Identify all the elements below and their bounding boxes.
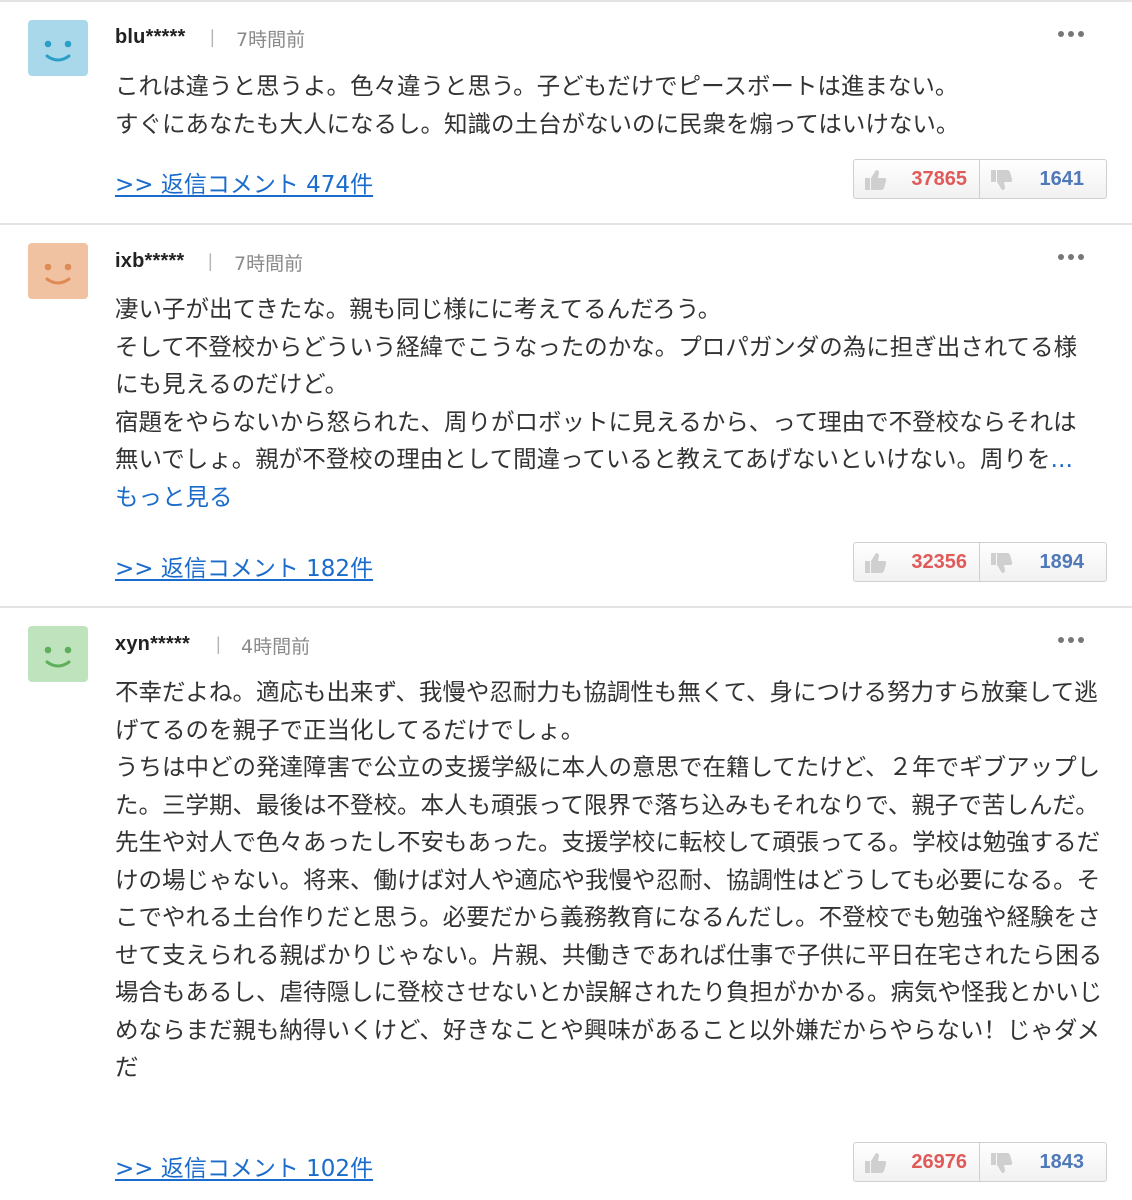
username[interactable]: blu***** [115, 26, 186, 49]
meta-separator: | [216, 634, 221, 654]
comment-body: 凄い子が出てきたな。親も同じ様にに考えてるんだろう。 そして不登校からどういう経… [115, 291, 1090, 516]
timestamp: 7時間前 [236, 29, 306, 51]
thumbs-up-icon [865, 553, 887, 573]
thumbs-down-icon [991, 553, 1013, 573]
dislike-button[interactable]: 1894 [980, 543, 1106, 581]
dislike-count: 1843 [1039, 1150, 1085, 1173]
reply-comments-link[interactable]: >> 返信コメント 182件 [115, 549, 373, 583]
dislike-button[interactable]: 1641 [980, 160, 1106, 198]
comment-text: 凄い子が出てきたな。親も同じ様にに考えてるんだろう。 そして不登校からどういう経… [115, 295, 1078, 473]
reply-comments-link[interactable]: >> 返信コメント 474件 [115, 165, 373, 199]
smiley-face-icon [44, 646, 72, 668]
dislike-count: 1894 [1039, 550, 1085, 573]
timestamp: 4時間前 [241, 636, 311, 658]
dislike-button[interactable]: 1843 [980, 1143, 1106, 1181]
thumbs-up-icon [865, 170, 887, 190]
like-count: 26976 [911, 1150, 967, 1173]
like-button[interactable]: 26976 [854, 1143, 980, 1181]
reply-comments-link[interactable]: >> 返信コメント 102件 [115, 1149, 373, 1183]
vote-box: 26976 1843 [853, 1142, 1107, 1182]
like-count: 37865 [911, 167, 967, 190]
more-dots-icon[interactable] [1056, 635, 1086, 645]
meta-separator: | [208, 251, 213, 271]
comment-item: xyn***** | 4時間前 不幸だよね。適応も出来ず、我慢や忍耐力も協調性も… [0, 608, 1132, 1200]
meta-separator: | [210, 27, 215, 47]
username[interactable]: ixb***** [115, 250, 184, 273]
vote-box: 37865 1641 [853, 159, 1107, 199]
thumbs-up-icon [865, 1153, 887, 1173]
more-dots-icon[interactable] [1056, 29, 1086, 39]
username[interactable]: xyn***** [115, 633, 190, 656]
smiley-face-icon [44, 40, 72, 62]
like-button[interactable]: 32356 [854, 543, 980, 581]
thumbs-down-icon [991, 170, 1013, 190]
comment-item: ixb***** | 7時間前 凄い子が出てきたな。親も同じ様にに考えてるんだろ… [0, 225, 1132, 606]
comment-body: 不幸だよね。適応も出来ず、我慢や忍耐力も協調性も無くて、身につける努力すら放棄し… [115, 674, 1115, 1087]
thumbs-down-icon [991, 1153, 1013, 1173]
avatar[interactable] [28, 20, 88, 76]
timestamp: 7時間前 [234, 253, 304, 275]
avatar[interactable] [28, 626, 88, 682]
like-count: 32356 [911, 550, 967, 573]
avatar[interactable] [28, 243, 88, 299]
smiley-face-icon [44, 263, 72, 285]
dislike-count: 1641 [1039, 167, 1085, 190]
vote-box: 32356 1894 [853, 542, 1107, 582]
comment-text: これは違うと思うよ。色々違うと思う。子どもだけでピースボートは進まない。 すぐに… [115, 72, 960, 138]
like-button[interactable]: 37865 [854, 160, 980, 198]
more-dots-icon[interactable] [1056, 252, 1086, 262]
comment-item: blu***** | 7時間前 これは違うと思うよ。色々違うと思う。子どもだけで… [0, 0, 1132, 224]
comment-body: これは違うと思うよ。色々違うと思う。子どもだけでピースボートは進まない。 すぐに… [115, 68, 1115, 143]
comment-text: 不幸だよね。適応も出来ず、我慢や忍耐力も協調性も無くて、身につける努力すら放棄し… [115, 678, 1103, 1081]
